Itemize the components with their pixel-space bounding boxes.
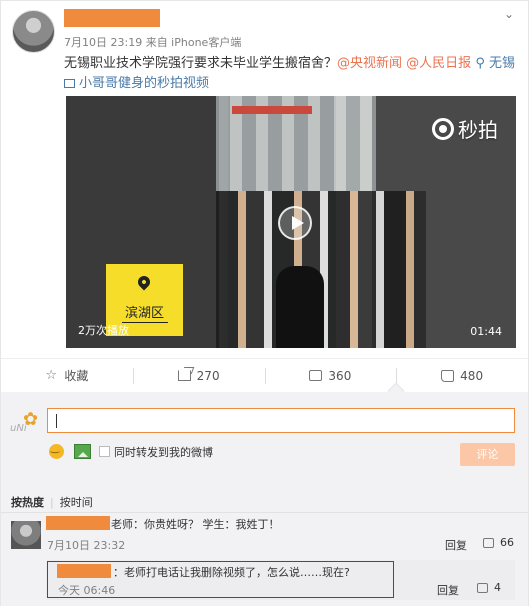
chevron-down-icon[interactable]: ⌄ [504,7,514,21]
repost-checkbox-label[interactable]: 同时转发到我的微博 [114,444,213,460]
brand-watermark: 秒拍 [432,114,498,143]
play-button[interactable] [278,206,312,240]
like-button[interactable]: 480 [396,359,528,392]
sort-by-hot[interactable]: 按热度 [11,496,44,509]
post-main-text: 无锡职业技术学院强行要求未毕业学生搬宿舍？ [64,56,338,71]
reply-time: 今天 06:46 [58,584,116,597]
like-count: 480 [460,368,484,383]
favorite-label: 收藏 [64,369,89,383]
reply-like-count: 4 [494,581,501,594]
favorite-button[interactable]: ☆ 收藏 [1,359,133,392]
reply-text: ：老师打电话让我删除视频了，怎么说……现在? [113,566,350,579]
map-pin-icon [135,273,153,291]
view-count: 2万次播放 [78,324,129,337]
text-cursor [56,414,57,428]
sort-by-time[interactable]: 按时间 [60,496,93,509]
divider [1,512,528,513]
mention-peoples-daily[interactable]: @人民日报 [406,56,471,71]
location-link[interactable]: ⚲ 无锡 [475,56,515,71]
comment-count: 360 [328,368,352,383]
camera-icon [432,117,454,140]
weibo-post-card: 7月10日 23:19 来自 iPhone客户端 ⌄ 无锡职业技术学院强行要求未… [0,0,529,606]
emoji-icon[interactable] [49,443,64,459]
comment-input[interactable] [47,408,515,433]
my-avatar-signature: uNi [10,423,27,434]
star-icon: ☆ [45,368,58,383]
video-stripe [232,106,312,114]
video-player[interactable]: 滨湖区 秒拍 2万次播放 01:44 [66,96,516,348]
comment-time: 7月10日 23:32 [47,539,126,552]
comment-button[interactable]: 360 [264,359,397,392]
image-icon[interactable] [74,444,91,459]
action-bar: ☆ 收藏 270 360 480 [1,358,528,392]
commenter-avatar[interactable] [11,521,41,549]
my-avatar[interactable]: ✿ uNi [10,409,40,437]
author-avatar[interactable] [12,10,55,53]
submit-comment-button[interactable]: 评论 [460,443,515,466]
reply-like-button[interactable]: 4 [477,581,501,594]
thumbs-up-icon [441,369,455,382]
reply-button[interactable]: 回复 [445,537,467,553]
comment-like-button[interactable]: 66 [483,536,514,549]
comment-like-count: 66 [500,536,514,549]
sort-divider: | [50,496,54,509]
location-tag-label: 滨湖区 [106,302,183,323]
mention-cctv-news[interactable]: @央视新闻 [337,56,402,71]
location-pin-icon: ⚲ [475,56,485,71]
video-duration: 01:44 [470,325,502,338]
share-icon [177,370,191,381]
share-button[interactable]: 270 [132,359,265,392]
sort-options: 按热度 | 按时间 [11,494,93,510]
post-meta: 7月10日 23:19 来自 iPhone客户端 [64,36,242,49]
repost-checkbox[interactable] [99,446,110,457]
video-person [276,266,324,348]
thumbs-up-icon [477,582,488,593]
post-text: 无锡职业技术学院强行要求未毕业学生搬宿舍？@央视新闻 @人民日报 ⚲ 无锡 小哥… [64,54,519,94]
topic-link[interactable]: 小哥哥健身的秒拍视频 [64,76,209,91]
comment-section: ✿ uNi 同时转发到我的微博 评论 按热度 | 按时间 老师：你贵姓呀？ 学生：我… [1,382,528,606]
commenter-name-redacted [46,516,110,530]
replier-name-redacted [57,564,111,578]
thumbs-up-icon [483,537,494,548]
share-count: 270 [196,368,220,383]
video-topic-icon [64,79,75,88]
reply-button[interactable]: 回复 [437,582,459,598]
author-name-redacted [64,9,160,27]
comment-text: 老师：你贵姓呀？ 学生：我姓丁！ [111,518,280,531]
brand-label: 秒拍 [458,118,498,142]
comment-icon [309,370,323,381]
